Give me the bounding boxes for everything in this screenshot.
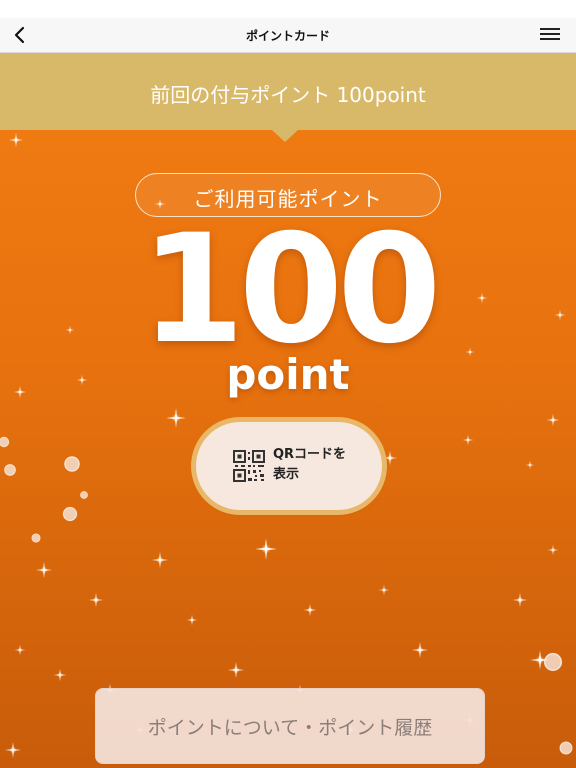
point-card-panel: ご利用可能ポイント 100 point QRコードを 表示 ポイントについて・ポ… xyxy=(0,130,576,768)
points-value: 100 xyxy=(140,203,441,377)
last-awarded-banner: 前回の付与ポイント 100point xyxy=(0,53,576,130)
qr-button-label: QRコードを 表示 xyxy=(273,445,373,485)
points-unit: point xyxy=(226,350,350,399)
status-bar xyxy=(0,0,576,18)
qr-button-label-line2: 表示 xyxy=(273,467,300,482)
point-history-button-label: ポイントについて・ポイント履歴 xyxy=(147,717,433,739)
banner-pointer xyxy=(272,130,298,142)
qr-button-label-line1: QRコードを xyxy=(273,447,347,462)
show-qr-code-button[interactable]: QRコードを 表示 xyxy=(196,422,382,510)
last-awarded-text: 前回の付与ポイント 100point xyxy=(150,83,426,107)
qr-code-icon xyxy=(233,450,265,482)
page-title: ポイントカード xyxy=(245,29,330,43)
hamburger-menu-icon[interactable] xyxy=(540,26,560,44)
navigation-bar: ポイントカード xyxy=(0,18,576,53)
point-history-button[interactable]: ポイントについて・ポイント履歴 xyxy=(95,688,485,764)
